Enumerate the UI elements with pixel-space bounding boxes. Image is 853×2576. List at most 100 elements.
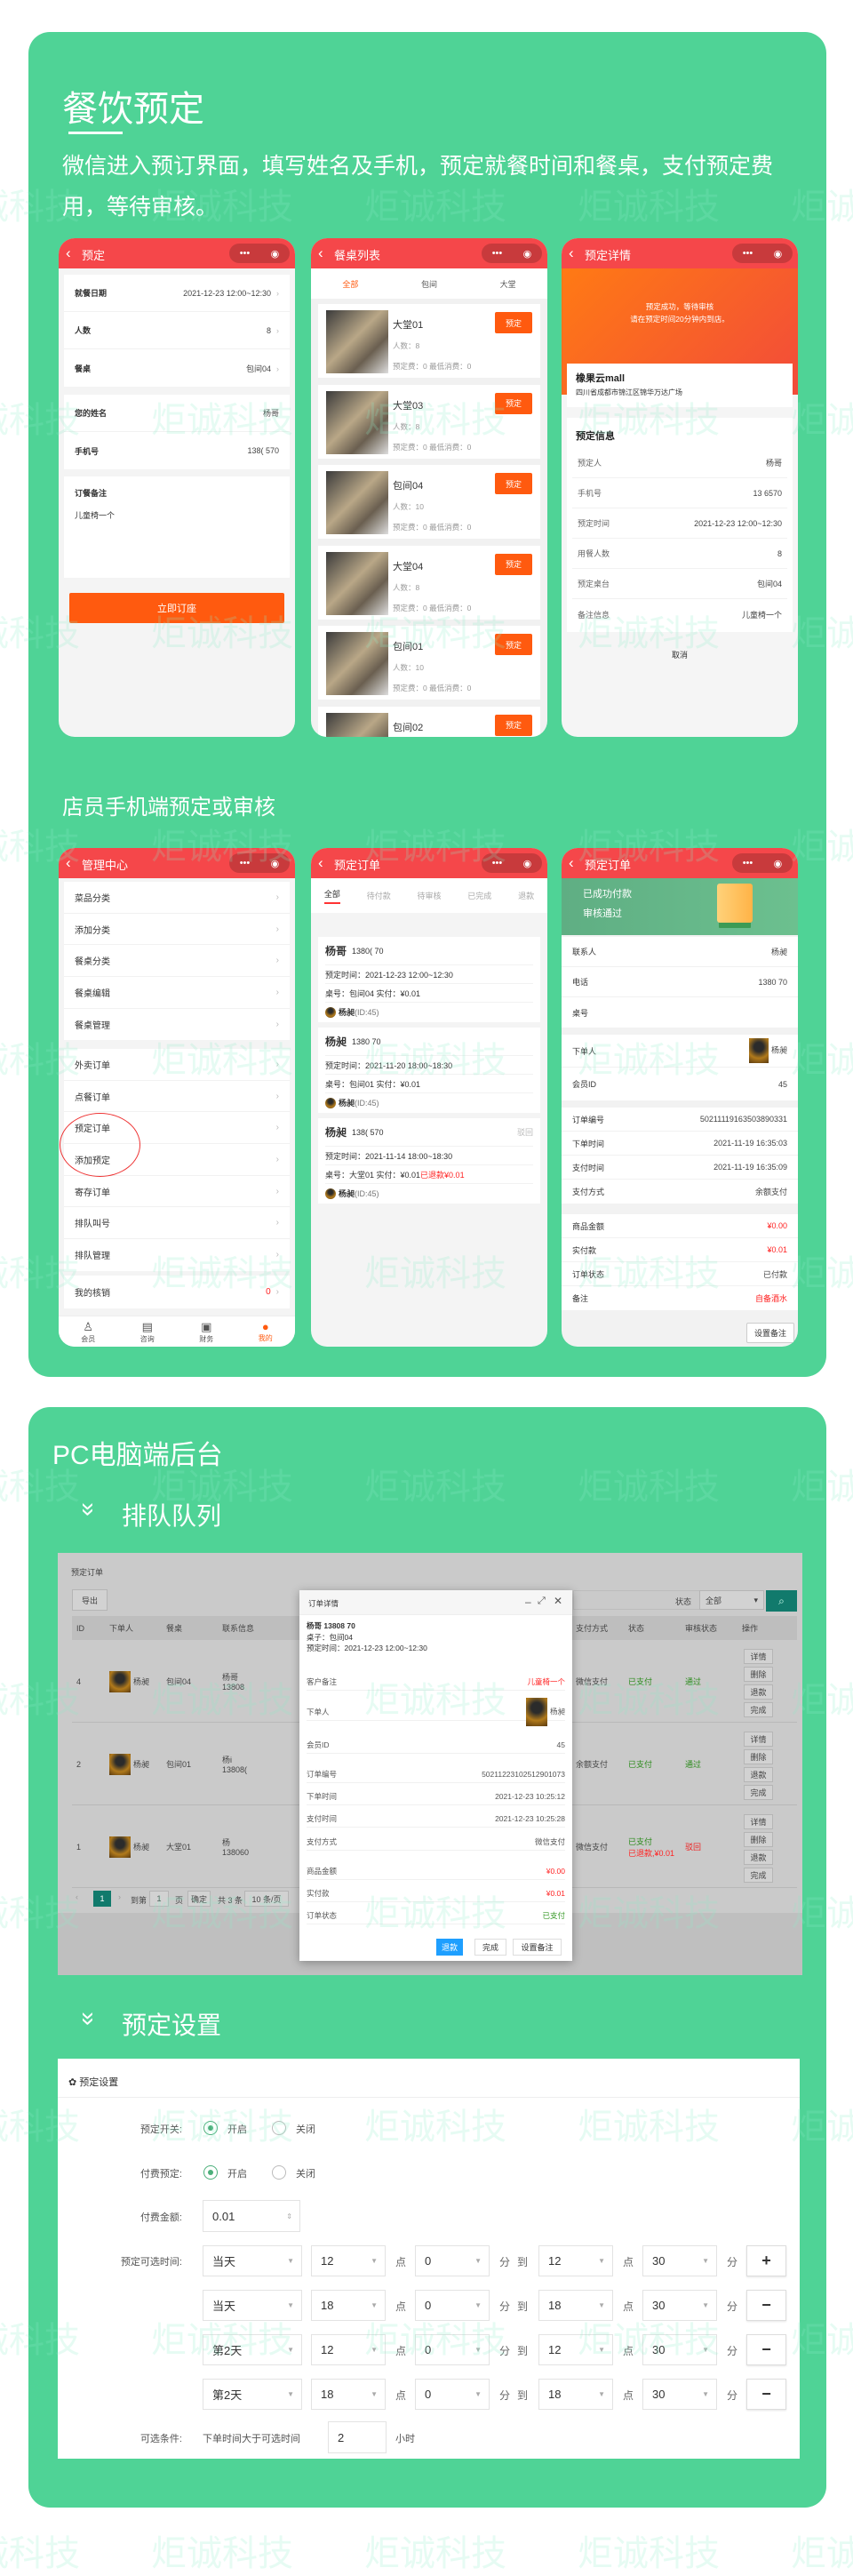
tab-0[interactable]: 全部 bbox=[342, 278, 358, 290]
modal-button-0[interactable]: 退款 bbox=[436, 1939, 463, 1956]
column-header[interactable]: 操作 bbox=[737, 1616, 797, 1640]
op-button-2[interactable]: 退款 bbox=[744, 1850, 773, 1865]
end-hour-select[interactable]: 12 ▼ bbox=[538, 2334, 613, 2365]
close-target-icon[interactable]: ◉ bbox=[271, 248, 280, 260]
close-target-icon[interactable]: ◉ bbox=[774, 858, 783, 869]
menu-item[interactable]: 添加分类 › bbox=[64, 914, 290, 946]
tab-1[interactable]: 包间 bbox=[421, 278, 437, 290]
column-header[interactable]: 审核状态 bbox=[681, 1616, 737, 1640]
reserve-button[interactable]: 预定 bbox=[495, 714, 532, 736]
more-icon[interactable]: ••• bbox=[743, 858, 753, 868]
op-button-3[interactable]: 完成 bbox=[744, 1702, 773, 1717]
close-target-icon[interactable]: ◉ bbox=[271, 858, 280, 869]
order-tab[interactable]: 已完成 bbox=[467, 890, 491, 901]
op-button-3[interactable]: 完成 bbox=[744, 1868, 773, 1883]
order-tab[interactable]: 待审核 bbox=[417, 890, 441, 901]
form-row[interactable]: 就餐日期 2021-12-23 12:00~12:30 › bbox=[64, 275, 290, 312]
page-1-button[interactable]: 1 bbox=[93, 1891, 111, 1907]
close-target-icon[interactable]: ◉ bbox=[523, 858, 532, 869]
close-target-icon[interactable]: ◉ bbox=[523, 248, 532, 260]
amount-input[interactable]: 0.01 ⇕ bbox=[203, 2200, 300, 2232]
form-row[interactable]: 您的姓名 杨哥 bbox=[64, 395, 290, 432]
menu-item[interactable]: 排队管理 › bbox=[64, 1239, 290, 1271]
close-icon[interactable]: ✕ bbox=[554, 1595, 562, 1607]
radio-on[interactable] bbox=[203, 2121, 218, 2135]
start-minute-select[interactable]: 0 ▼ bbox=[415, 2290, 490, 2321]
end-hour-select[interactable]: 12 ▼ bbox=[538, 2245, 613, 2276]
column-header[interactable]: 支付方式 bbox=[571, 1616, 624, 1640]
set-note-button[interactable]: 设置备注 bbox=[745, 1323, 794, 1343]
end-minute-select[interactable]: 30 ▼ bbox=[642, 2245, 717, 2276]
menu-item[interactable]: 点餐订单 › bbox=[64, 1081, 290, 1113]
end-hour-select[interactable]: 18 ▼ bbox=[538, 2290, 613, 2321]
menu-item[interactable]: 餐桌编辑 › bbox=[64, 977, 290, 1009]
per-page-select[interactable]: 10 条/页 bbox=[244, 1891, 289, 1907]
reserve-button[interactable]: 预定 bbox=[495, 312, 532, 333]
back-icon[interactable]: ‹ bbox=[66, 244, 71, 262]
back-icon[interactable]: ‹ bbox=[318, 854, 323, 872]
op-button-1[interactable]: 删除 bbox=[744, 1749, 773, 1764]
start-hour-select[interactable]: 18 ▼ bbox=[311, 2379, 386, 2410]
op-button-3[interactable]: 完成 bbox=[744, 1785, 773, 1800]
tab-2[interactable]: 大堂 bbox=[500, 278, 516, 290]
remove-time-button[interactable]: − bbox=[746, 2379, 786, 2410]
note-value[interactable]: 儿童椅一个 bbox=[75, 509, 279, 521]
order-tab[interactable]: 退款 bbox=[518, 890, 534, 901]
condition-hours-input[interactable]: 2 bbox=[328, 2421, 387, 2453]
column-header[interactable]: 状态 bbox=[624, 1616, 681, 1640]
start-minute-select[interactable]: 0 ▼ bbox=[415, 2334, 490, 2365]
reserve-button[interactable]: 预定 bbox=[495, 634, 532, 655]
page-input[interactable]: 1 bbox=[149, 1891, 169, 1907]
back-icon[interactable]: ‹ bbox=[318, 244, 323, 262]
start-hour-select[interactable]: 18 ▼ bbox=[311, 2290, 386, 2321]
day-select[interactable]: 当天 ▼ bbox=[203, 2290, 302, 2321]
menu-item[interactable]: 寄存订单 › bbox=[64, 1176, 290, 1208]
submit-booking-button[interactable]: 立即订座 bbox=[69, 593, 284, 623]
form-row[interactable]: 餐桌 包间04 › bbox=[64, 349, 290, 387]
remove-time-button[interactable]: − bbox=[746, 2290, 786, 2321]
start-hour-select[interactable]: 12 ▼ bbox=[311, 2334, 386, 2365]
more-icon[interactable]: ••• bbox=[240, 248, 251, 259]
end-minute-select[interactable]: 30 ▼ bbox=[642, 2334, 717, 2365]
back-icon[interactable]: ‹ bbox=[569, 854, 574, 872]
column-header[interactable]: ID bbox=[72, 1616, 105, 1640]
search-button[interactable]: ⌕ bbox=[766, 1590, 797, 1612]
prev-page-icon[interactable]: ‹ bbox=[76, 1892, 78, 1901]
radio-off[interactable] bbox=[272, 2121, 286, 2135]
end-hour-select[interactable]: 18 ▼ bbox=[538, 2379, 613, 2410]
column-header[interactable]: 下单人 bbox=[105, 1616, 162, 1640]
column-header[interactable]: 餐桌 bbox=[162, 1616, 218, 1640]
day-select[interactable]: 第2天 ▼ bbox=[203, 2334, 302, 2365]
tabbar-item[interactable]: ▤ 咨询 bbox=[140, 1320, 155, 1344]
menu-item[interactable]: 餐桌管理 › bbox=[64, 1009, 290, 1041]
confirm-page-button[interactable]: 确定 bbox=[187, 1891, 211, 1907]
status-select[interactable]: 全部 ▾ bbox=[699, 1590, 764, 1610]
stepper-icon[interactable]: ⇕ bbox=[286, 2212, 292, 2220]
day-select[interactable]: 第2天 ▼ bbox=[203, 2379, 302, 2410]
more-icon[interactable]: ••• bbox=[743, 248, 753, 259]
op-button-1[interactable]: 删除 bbox=[744, 1832, 773, 1847]
op-button-0[interactable]: 详情 bbox=[744, 1732, 773, 1747]
tabbar-item[interactable]: ♙ 会员 bbox=[81, 1320, 95, 1344]
op-button-2[interactable]: 退款 bbox=[744, 1767, 773, 1782]
menu-item[interactable]: 菜品分类 › bbox=[64, 882, 290, 914]
reserve-button[interactable]: 预定 bbox=[495, 553, 532, 575]
end-minute-select[interactable]: 30 ▼ bbox=[642, 2290, 717, 2321]
op-button-2[interactable]: 退款 bbox=[744, 1684, 773, 1700]
export-button[interactable]: 导出 bbox=[72, 1589, 108, 1611]
back-icon[interactable]: ‹ bbox=[569, 244, 574, 262]
more-icon[interactable]: ••• bbox=[240, 858, 251, 868]
order-tab[interactable]: 全部 bbox=[323, 888, 340, 904]
radio-on[interactable] bbox=[203, 2165, 218, 2180]
order-card[interactable]: 杨昶 1380 70 预定时间：2021-11-20 18:00~18:30 桌号：包… bbox=[318, 1028, 540, 1113]
menu-item[interactable]: 外卖订单 › bbox=[64, 1049, 290, 1081]
reserve-button[interactable]: 预定 bbox=[495, 473, 532, 494]
cancel-button[interactable]: 取消 bbox=[562, 649, 798, 660]
start-hour-select[interactable]: 12 ▼ bbox=[311, 2245, 386, 2276]
tabbar-item[interactable]: ● 我的 bbox=[259, 1320, 273, 1343]
op-button-1[interactable]: 删除 bbox=[744, 1667, 773, 1682]
form-row[interactable]: 人数 8 › bbox=[64, 312, 290, 349]
radio-off[interactable] bbox=[272, 2165, 286, 2180]
next-page-icon[interactable]: › bbox=[118, 1892, 121, 1901]
menu-item[interactable]: 餐桌分类 › bbox=[64, 945, 290, 978]
